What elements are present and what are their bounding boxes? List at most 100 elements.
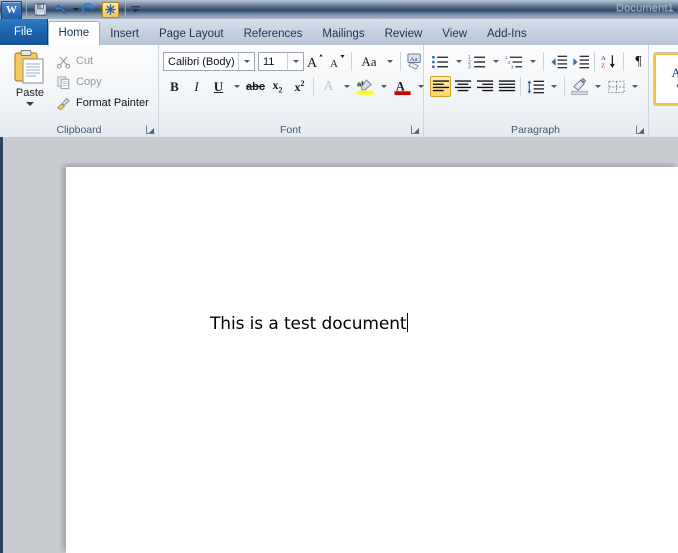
bold-button[interactable]: B xyxy=(164,76,185,97)
multilevel-list-button[interactable]: 123 xyxy=(504,51,525,72)
decrease-indent-button[interactable] xyxy=(548,51,569,72)
sort-button[interactable]: A Z xyxy=(599,51,620,72)
svg-text:A: A xyxy=(307,56,318,70)
paste-label: Paste xyxy=(15,87,45,99)
para-separator-2 xyxy=(594,52,595,71)
clipboard-group-label: Clipboard xyxy=(56,124,102,136)
paste-dropdown-arrow[interactable] xyxy=(26,102,34,106)
underline-dropdown[interactable] xyxy=(230,76,244,97)
line-spacing-button[interactable] xyxy=(525,76,546,97)
document-page[interactable]: This is a test document xyxy=(66,167,678,553)
underline-button[interactable]: U xyxy=(208,76,229,97)
svg-text:A: A xyxy=(396,79,405,93)
redo-icon xyxy=(82,3,94,15)
ribbon-tab-strip: File Home Insert Page Layout References … xyxy=(0,19,678,46)
bullets-button[interactable] xyxy=(430,51,451,72)
font-size-dropdown-icon[interactable] xyxy=(287,53,303,70)
undo-dropdown-arrow[interactable] xyxy=(73,8,79,11)
align-center-icon xyxy=(454,80,471,92)
tab-review[interactable]: Review xyxy=(375,23,433,45)
text-cursor xyxy=(407,313,409,332)
tab-page-layout[interactable]: Page Layout xyxy=(149,23,234,45)
tab-references[interactable]: References xyxy=(234,23,313,45)
italic-button[interactable]: I xyxy=(186,76,207,97)
font-dialog-launcher[interactable] xyxy=(411,125,420,134)
shading-dropdown[interactable] xyxy=(591,76,605,97)
increase-indent-button[interactable] xyxy=(570,51,591,72)
paste-button[interactable]: Paste xyxy=(8,49,52,117)
save-icon xyxy=(34,3,47,16)
shrink-font-button[interactable]: A xyxy=(327,51,348,72)
highlight-dropdown[interactable] xyxy=(377,76,391,97)
redo-button[interactable] xyxy=(80,1,99,18)
line-spacing-dropdown[interactable] xyxy=(547,76,561,97)
font-group-label: Font xyxy=(279,124,301,136)
save-button[interactable] xyxy=(31,1,50,18)
increase-indent-icon xyxy=(573,55,590,68)
highlight-button[interactable]: ab xyxy=(355,76,376,97)
ribbon-group-clipboard: Paste Cut Copy Format Painter Clipboard xyxy=(0,45,159,137)
tab-insert[interactable]: Insert xyxy=(100,23,149,45)
document-text-line[interactable]: This is a test document xyxy=(210,313,409,334)
paragraph-dialog-launcher[interactable] xyxy=(636,125,645,134)
justify-button[interactable] xyxy=(496,76,517,97)
font-name-combo[interactable]: Calibri (Body) xyxy=(163,52,255,71)
custom-command-button[interactable] xyxy=(101,1,120,18)
style-gallery-item-normal[interactable]: Aa ¶ xyxy=(654,53,678,105)
superscript-button[interactable]: x2 xyxy=(289,76,310,97)
change-case-dropdown[interactable] xyxy=(383,51,397,72)
chevron-down-icon xyxy=(131,6,140,13)
text-effects-dropdown[interactable] xyxy=(340,76,354,97)
word-application-window: W Document1 File Home Insert Page Layout… xyxy=(0,0,678,553)
clipboard-dialog-launcher[interactable] xyxy=(146,125,155,134)
bullets-dropdown[interactable] xyxy=(452,51,466,72)
undo-button[interactable] xyxy=(52,1,71,18)
shading-button[interactable] xyxy=(569,76,590,97)
multilevel-list-dropdown[interactable] xyxy=(526,51,540,72)
strikethrough-button[interactable]: abc xyxy=(245,76,266,97)
tab-mailings[interactable]: Mailings xyxy=(312,23,374,45)
document-canvas[interactable]: This is a test document xyxy=(0,137,678,553)
word-logo-icon[interactable]: W xyxy=(1,0,22,19)
tab-add-ins[interactable]: Add-Ins xyxy=(477,23,537,45)
qat-divider-1 xyxy=(25,2,27,17)
font-color-icon: A xyxy=(394,79,411,95)
font-size-value: 11 xyxy=(263,55,275,68)
copy-button[interactable]: Copy xyxy=(56,72,102,92)
format-painter-button[interactable]: Format Painter xyxy=(56,93,149,113)
multilevel-list-icon: 123 xyxy=(505,55,523,70)
svg-text:Aa: Aa xyxy=(410,56,418,63)
strikethrough-label: abc xyxy=(246,80,265,93)
window-title: Document1 xyxy=(615,2,674,14)
svg-text:3: 3 xyxy=(511,64,514,69)
align-right-button[interactable] xyxy=(474,76,495,97)
cut-button[interactable]: Cut xyxy=(56,51,93,71)
text-effects-button[interactable]: A xyxy=(318,76,339,97)
numbering-dropdown[interactable] xyxy=(489,51,503,72)
para-separator-5 xyxy=(564,77,565,96)
svg-text:A: A xyxy=(330,58,338,70)
font-color-button[interactable]: A xyxy=(392,76,413,97)
tab-home[interactable]: Home xyxy=(47,21,101,46)
align-center-button[interactable] xyxy=(452,76,473,97)
borders-dropdown[interactable] xyxy=(628,76,642,97)
grow-font-button[interactable]: A xyxy=(305,51,326,72)
font-size-combo[interactable]: 11 xyxy=(258,52,304,71)
para-separator-4 xyxy=(520,77,521,96)
subscript-button[interactable]: x2 xyxy=(267,76,288,97)
numbering-button[interactable]: 123 xyxy=(467,51,488,72)
quick-access-toolbar: W xyxy=(0,0,142,19)
sort-icon: A Z xyxy=(601,55,615,70)
borders-button[interactable] xyxy=(606,76,627,97)
format-painter-label: Format Painter xyxy=(76,97,149,109)
tab-file[interactable]: File xyxy=(0,19,48,45)
customize-qat-button[interactable] xyxy=(129,1,142,18)
tab-view[interactable]: View xyxy=(432,23,477,45)
copy-icon xyxy=(57,75,70,89)
change-case-button[interactable]: Aa xyxy=(356,51,382,72)
style-sample-text: Aa xyxy=(671,65,678,81)
numbering-icon: 123 xyxy=(468,55,486,70)
show-formatting-marks-button[interactable]: ¶ xyxy=(628,51,649,72)
font-name-dropdown-icon[interactable] xyxy=(238,53,254,70)
align-left-button[interactable] xyxy=(430,76,451,97)
